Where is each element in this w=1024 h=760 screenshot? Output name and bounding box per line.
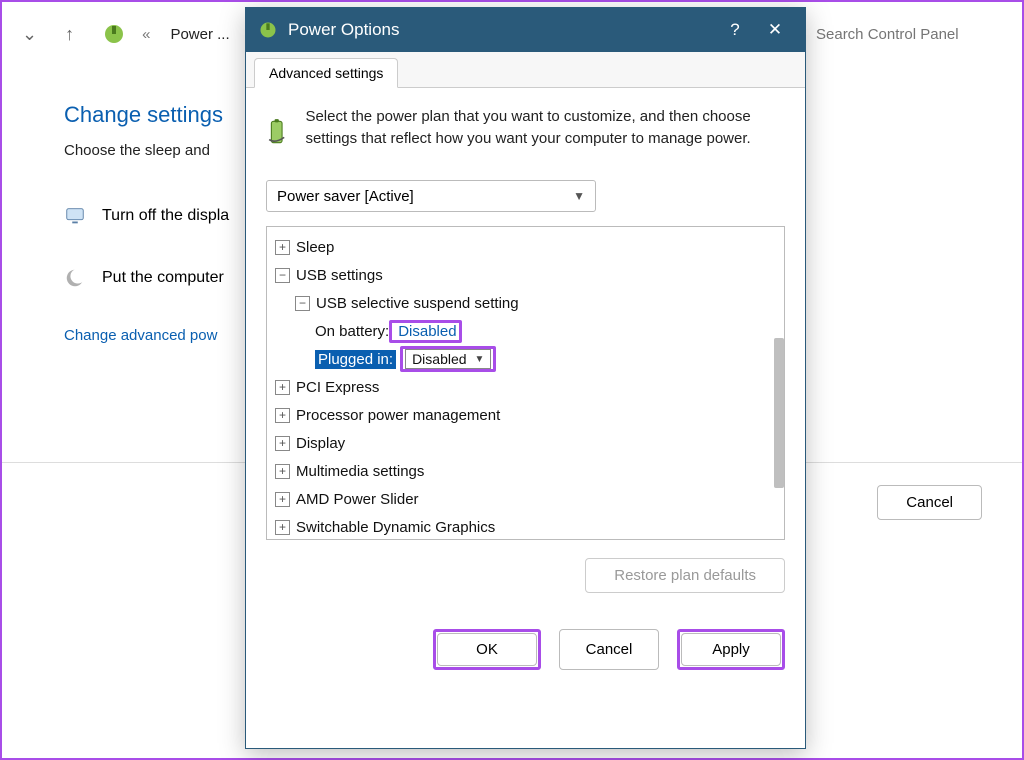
power-options-dialog: Power Options ? ✕ Advanced settings Sele… (245, 7, 806, 749)
help-button[interactable]: ? (715, 20, 755, 40)
power-plan-value: Power saver [Active] (277, 188, 414, 205)
monitor-icon (64, 205, 86, 227)
breadcrumb-separator: « (142, 26, 150, 43)
dialog-footer: OK Cancel Apply (246, 593, 805, 670)
settings-tree[interactable]: +Sleep −USB settings −USB selective susp… (266, 226, 785, 540)
power-plan-select[interactable]: Power saver [Active] ▼ (266, 180, 596, 212)
tree-item-multimedia[interactable]: +Multimedia settings (271, 457, 780, 485)
tree-item-amd[interactable]: +AMD Power Slider (271, 485, 780, 513)
collapse-icon[interactable]: − (275, 268, 290, 283)
tree-item-plugged-in[interactable]: Plugged in: Disabled ▼ (271, 345, 780, 373)
expand-icon[interactable]: + (275, 492, 290, 507)
plugged-in-label: Plugged in: (315, 350, 396, 369)
tree-item-sleep[interactable]: +Sleep (271, 233, 780, 261)
expand-icon[interactable]: + (275, 380, 290, 395)
breadcrumb-item[interactable]: Power ... (170, 26, 229, 43)
tree-item-usb-selective[interactable]: −USB selective suspend setting (271, 289, 780, 317)
tab-advanced-settings[interactable]: Advanced settings (254, 58, 398, 88)
cancel-button[interactable]: Cancel (559, 629, 659, 670)
collapse-icon[interactable]: − (295, 296, 310, 311)
expand-icon[interactable]: + (275, 464, 290, 479)
setting-label: Turn off the displa (102, 207, 229, 225)
close-button[interactable]: ✕ (755, 20, 795, 40)
expand-icon[interactable]: + (275, 240, 290, 255)
chevron-down-icon: ▼ (573, 189, 585, 203)
tree-item-on-battery[interactable]: On battery: Disabled (271, 317, 780, 345)
tree-item-pci[interactable]: +PCI Express (271, 373, 780, 401)
cancel-button[interactable]: Cancel (877, 485, 982, 520)
tab-strip: Advanced settings (246, 52, 805, 88)
tree-item-display[interactable]: +Display (271, 429, 780, 457)
moon-icon (64, 267, 86, 289)
intro-text: Select the power plan that you want to c… (305, 106, 785, 150)
setting-label: Put the computer (102, 269, 224, 287)
on-battery-value[interactable]: Disabled (398, 323, 456, 340)
battery-icon (266, 106, 287, 158)
expand-icon[interactable]: + (275, 436, 290, 451)
up-icon[interactable]: ↑ (57, 20, 82, 49)
ok-button[interactable]: OK (437, 633, 537, 666)
chevron-down-icon: ▼ (475, 354, 485, 365)
tree-item-switchable[interactable]: +Switchable Dynamic Graphics (271, 513, 780, 540)
power-icon (258, 20, 278, 40)
back-icon[interactable]: ⌄ (14, 20, 45, 49)
apply-button[interactable]: Apply (681, 633, 781, 666)
plugged-in-select[interactable]: Disabled ▼ (405, 349, 491, 369)
change-advanced-link[interactable]: Change advanced pow (64, 327, 217, 344)
search-input[interactable] (810, 20, 1010, 48)
expand-icon[interactable]: + (275, 520, 290, 535)
scrollbar-thumb[interactable] (774, 338, 784, 488)
power-plan-icon (102, 22, 126, 46)
expand-icon[interactable]: + (275, 408, 290, 423)
tree-item-usb-settings[interactable]: −USB settings (271, 261, 780, 289)
dialog-titlebar[interactable]: Power Options ? ✕ (246, 8, 805, 52)
intro-block: Select the power plan that you want to c… (266, 106, 785, 158)
tree-item-ppm[interactable]: +Processor power management (271, 401, 780, 429)
dialog-title: Power Options (288, 20, 400, 40)
restore-defaults-button: Restore plan defaults (585, 558, 785, 593)
